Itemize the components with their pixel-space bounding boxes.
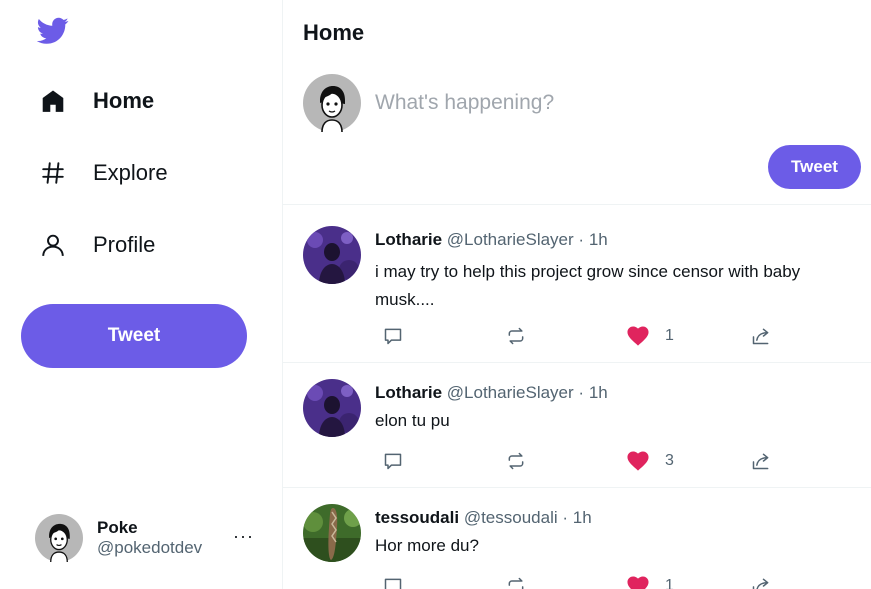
like-count: 1	[665, 327, 674, 344]
tweet-text: i may try to help this project grow sinc…	[375, 262, 801, 309]
like-button[interactable]: 1	[627, 575, 674, 589]
tweet-author-handle[interactable]: @tessoudali	[464, 508, 558, 527]
page-title: Home	[303, 20, 365, 45]
tweet-header: Lotharie @LotharieSlayer · 1h	[375, 230, 608, 250]
retweet-icon[interactable]	[505, 450, 527, 472]
avatar	[35, 514, 83, 563]
tweet-header: tessoudali @tessoudali · 1h	[375, 508, 592, 528]
user-icon	[38, 230, 68, 260]
avatar	[303, 74, 361, 133]
home-icon	[38, 86, 68, 116]
more-options-icon[interactable]: ···	[233, 526, 254, 547]
account-name: Poke	[97, 518, 138, 538]
tweet-composer: Tweet	[283, 60, 871, 205]
like-button[interactable]: 1	[627, 325, 674, 347]
like-count: 3	[665, 452, 674, 469]
heart-icon	[627, 451, 649, 471]
tweet-author-name[interactable]: tessoudali	[375, 508, 459, 527]
sidebar-item-explore[interactable]: Explore	[38, 153, 168, 193]
account-names: Poke @pokedotdev	[97, 518, 202, 557]
account-handle: @pokedotdev	[97, 538, 203, 557]
app-window: Home Explore Profile Tweet Poke @pokedot…	[0, 0, 871, 589]
like-count: 1	[665, 577, 674, 589]
sidebar-item-profile[interactable]: Profile	[38, 225, 155, 265]
tweet-text: elon tu pu	[375, 411, 450, 430]
tweet-author-handle[interactable]: @LotharieSlayer	[447, 230, 574, 249]
heart-icon	[627, 576, 649, 589]
retweet-icon[interactable]	[505, 325, 527, 347]
sidebar-tweet-button[interactable]: Tweet	[21, 304, 247, 368]
tweet-text: Hor more du?	[375, 536, 479, 555]
tweet-timestamp[interactable]: 1h	[589, 383, 608, 402]
reply-icon[interactable]	[383, 325, 403, 347]
account-switcher[interactable]: Poke @pokedotdev ···	[35, 514, 265, 563]
main-timeline: Home Tweet	[283, 0, 871, 589]
retweet-icon[interactable]	[505, 575, 527, 589]
share-icon[interactable]	[750, 575, 772, 589]
avatar[interactable]	[303, 226, 361, 284]
avatar[interactable]	[303, 504, 361, 562]
sidebar-item-label: Profile	[93, 232, 156, 257]
tweet-header: Lotharie @LotharieSlayer · 1h	[375, 383, 608, 403]
tweet[interactable]: Lotharie @LotharieSlayer · 1h elon tu pu…	[283, 363, 871, 488]
like-button[interactable]: 3	[627, 450, 674, 472]
heart-icon	[627, 326, 649, 346]
sidebar: Home Explore Profile Tweet Poke @pokedot…	[0, 0, 283, 589]
reply-icon[interactable]	[383, 450, 403, 472]
tweet-author-name[interactable]: Lotharie	[375, 383, 442, 402]
sidebar-item-label: Home	[93, 88, 155, 113]
share-icon[interactable]	[750, 325, 772, 347]
bird-logo-icon[interactable]	[36, 17, 69, 45]
tweet[interactable]: tessoudali @tessoudali · 1h Hor more du?…	[283, 488, 871, 589]
tweet-actions: 3	[383, 450, 783, 472]
reply-icon[interactable]	[383, 575, 403, 589]
compose-input[interactable]	[375, 88, 845, 118]
sidebar-item-label: Explore	[93, 160, 168, 185]
hashtag-icon	[38, 158, 68, 188]
tweet-timestamp[interactable]: 1h	[573, 508, 592, 527]
tweet-author-handle[interactable]: @LotharieSlayer	[447, 383, 574, 402]
separator-dot: ·	[578, 383, 585, 402]
post-tweet-button[interactable]: Tweet	[768, 145, 861, 189]
separator-dot: ·	[578, 230, 585, 249]
tweet-author-name[interactable]: Lotharie	[375, 230, 442, 249]
tweet-actions: 1	[383, 575, 783, 589]
separator-dot: ·	[562, 508, 569, 527]
avatar[interactable]	[303, 379, 361, 437]
tweet-actions: 1	[383, 325, 783, 347]
sidebar-item-home[interactable]: Home	[38, 81, 154, 121]
tweet-timestamp[interactable]: 1h	[589, 230, 608, 249]
share-icon[interactable]	[750, 450, 772, 472]
tweet[interactable]: Lotharie @LotharieSlayer · 1h i may try …	[283, 205, 871, 363]
